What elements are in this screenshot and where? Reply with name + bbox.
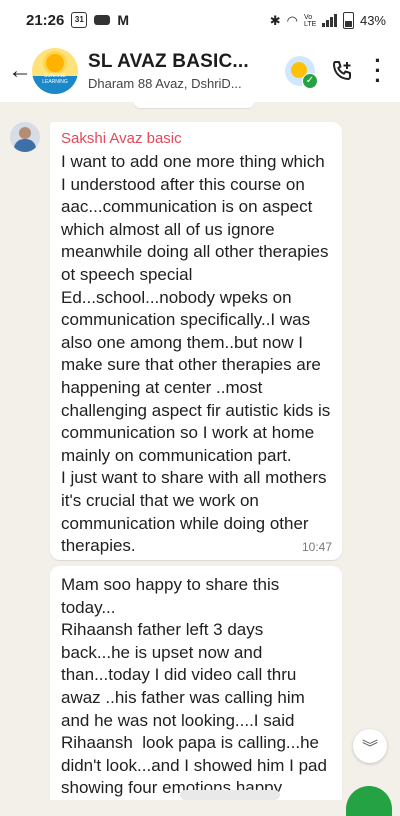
weather-icon: ✓ [285, 56, 318, 89]
chat-title: SL AVAZ BASIC... [88, 51, 249, 72]
message-bubble[interactable]: Mam soo happy to share this today... Rih… [50, 566, 342, 800]
more-vert-icon: · · · [374, 48, 382, 93]
compose-bar-edge [180, 790, 280, 800]
battery-icon [342, 12, 354, 29]
sender-name[interactable]: Sakshi Avaz basic [61, 130, 332, 147]
scroll-to-bottom-button[interactable]: ︾ [353, 729, 387, 763]
sender-avatar[interactable] [10, 122, 40, 152]
check-icon: ✓ [302, 73, 318, 89]
previous-message-edge [134, 102, 254, 108]
status-right: ✱ ◠ Vo LTE 43% [270, 12, 386, 29]
volte-icon: Vo LTE [303, 13, 317, 28]
bluetooth-icon: ✱ [269, 12, 281, 28]
message-time: 10:47 [301, 540, 332, 554]
message-list[interactable]: Sakshi Avaz basic I want to add one more… [0, 102, 400, 800]
group-avatar[interactable]: SUNRISE LEARNING [32, 48, 78, 94]
message-bubble[interactable]: Sakshi Avaz basic I want to add one more… [50, 122, 342, 560]
sun-icon [46, 54, 64, 72]
message-text: I want to add one more thing which I und… [61, 152, 331, 556]
signal-icon [321, 14, 337, 27]
arrow-left-icon[interactable]: ← [8, 57, 32, 85]
double-chevron-down-icon: ︾ [361, 740, 378, 757]
weather-button[interactable]: ✓ [282, 53, 318, 89]
more-options-button[interactable]: · · · [360, 48, 396, 93]
message-text: Mam soo happy to share this today... Rih… [61, 575, 327, 798]
gmail-icon: M [117, 12, 130, 28]
chat-header: ← SUNRISE LEARNING SL AVAZ BASIC... Dhar… [0, 40, 400, 102]
status-time: 21:26 [26, 11, 65, 29]
status-bar: 21:26 31 M ✱ ◠ Vo LTE 43% [0, 0, 400, 40]
add-call-button[interactable] [324, 53, 360, 89]
chat-subtitle: Dharam 88 Avaz, DshriD... [88, 76, 242, 91]
avatar-text: SUNRISE LEARNING [42, 73, 68, 85]
wifi-icon: ◠ [286, 12, 298, 28]
notification-icon [94, 15, 111, 25]
phone-plus-icon [333, 61, 351, 80]
calendar-icon: 31 [71, 12, 88, 28]
battery-percent: 43% [359, 13, 386, 28]
chat-title-area[interactable]: SL AVAZ BASIC... Dharam 88 Avaz, DshriD.… [88, 51, 282, 91]
